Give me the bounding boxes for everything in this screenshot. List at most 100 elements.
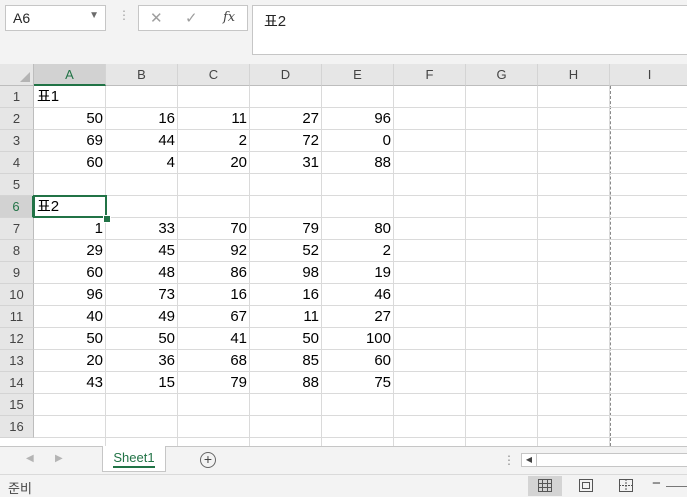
row-header-7[interactable]: 7: [0, 218, 34, 240]
cell-a1[interactable]: 표1: [34, 86, 106, 108]
cell-b4[interactable]: 4: [106, 152, 178, 174]
plus-circle-icon[interactable]: +: [200, 452, 216, 468]
cell-d11[interactable]: 11: [250, 306, 322, 328]
cell-e9[interactable]: 19: [322, 262, 394, 284]
cell-a4[interactable]: 60: [34, 152, 106, 174]
row-header-16[interactable]: 16: [0, 416, 34, 438]
cell-c7[interactable]: 70: [178, 218, 250, 240]
cell-e4[interactable]: 88: [322, 152, 394, 174]
column-header-c[interactable]: C: [178, 64, 250, 86]
cell-d7[interactable]: 79: [250, 218, 322, 240]
cell-e12[interactable]: 100: [322, 328, 394, 350]
cell-c14[interactable]: 79: [178, 372, 250, 394]
scroll-split-icon[interactable]: ⋮: [503, 453, 515, 467]
cell-b9[interactable]: 48: [106, 262, 178, 284]
row-header-12[interactable]: 12: [0, 328, 34, 350]
tab-scroll-right-icon[interactable]: ▶: [55, 453, 63, 464]
cell-c3[interactable]: 2: [178, 130, 250, 152]
row-header-11[interactable]: 11: [0, 306, 34, 328]
row-header-14[interactable]: 14: [0, 372, 34, 394]
cell-d13[interactable]: 85: [250, 350, 322, 372]
sheet-tab-sheet1[interactable]: Sheet1: [102, 446, 166, 472]
cell-a12[interactable]: 50: [34, 328, 106, 350]
row-header-9[interactable]: 9: [0, 262, 34, 284]
cell-e10[interactable]: 46: [322, 284, 394, 306]
cell-e13[interactable]: 60: [322, 350, 394, 372]
select-all-button[interactable]: [0, 64, 34, 86]
cancel-x-icon[interactable]: ✕: [150, 9, 163, 27]
normal-view-icon[interactable]: [528, 476, 562, 496]
column-header-g[interactable]: G: [466, 64, 538, 86]
cell-b13[interactable]: 36: [106, 350, 178, 372]
cell-e2[interactable]: 96: [322, 108, 394, 130]
cell-b8[interactable]: 45: [106, 240, 178, 262]
cell-e7[interactable]: 80: [322, 218, 394, 240]
column-header-a[interactable]: A: [34, 64, 106, 86]
column-header-f[interactable]: F: [394, 64, 466, 86]
cell-c2[interactable]: 11: [178, 108, 250, 130]
fill-handle[interactable]: [103, 215, 111, 223]
page-break-preview-icon[interactable]: [609, 476, 643, 496]
cell-c13[interactable]: 68: [178, 350, 250, 372]
cell-d8[interactable]: 52: [250, 240, 322, 262]
cell-d12[interactable]: 50: [250, 328, 322, 350]
page-layout-icon[interactable]: [569, 476, 603, 496]
cell-b2[interactable]: 16: [106, 108, 178, 130]
cell-b11[interactable]: 49: [106, 306, 178, 328]
cell-a3[interactable]: 69: [34, 130, 106, 152]
row-header-5[interactable]: 5: [0, 174, 34, 196]
cell-e8[interactable]: 2: [322, 240, 394, 262]
horizontal-scrollbar[interactable]: ◀: [521, 453, 687, 467]
cell-b7[interactable]: 33: [106, 218, 178, 240]
cell-a7[interactable]: 1: [34, 218, 106, 240]
cell-c11[interactable]: 67: [178, 306, 250, 328]
scroll-left-icon[interactable]: ◀: [522, 454, 537, 466]
row-header-15[interactable]: 15: [0, 394, 34, 416]
cell-c10[interactable]: 16: [178, 284, 250, 306]
cell-d4[interactable]: 31: [250, 152, 322, 174]
zoom-out-button[interactable]: −: [652, 475, 661, 492]
cell-a9[interactable]: 60: [34, 262, 106, 284]
column-header-e[interactable]: E: [322, 64, 394, 86]
cell-b10[interactable]: 73: [106, 284, 178, 306]
cell-a13[interactable]: 20: [34, 350, 106, 372]
cell-d9[interactable]: 98: [250, 262, 322, 284]
cell-b3[interactable]: 44: [106, 130, 178, 152]
row-header-3[interactable]: 3: [0, 130, 34, 152]
cell-c4[interactable]: 20: [178, 152, 250, 174]
chevron-down-icon[interactable]: ▼: [89, 10, 99, 21]
cell-a11[interactable]: 40: [34, 306, 106, 328]
cell-a8[interactable]: 29: [34, 240, 106, 262]
cell-d10[interactable]: 16: [250, 284, 322, 306]
more-options-icon[interactable]: ⋮: [118, 8, 130, 22]
cell-c12[interactable]: 41: [178, 328, 250, 350]
tab-scroll-left-icon[interactable]: ◀: [26, 453, 34, 464]
cell-c8[interactable]: 92: [178, 240, 250, 262]
name-box[interactable]: A6 ▼: [5, 5, 106, 31]
cell-a2[interactable]: 50: [34, 108, 106, 130]
zoom-slider[interactable]: [666, 486, 687, 487]
cell-c9[interactable]: 86: [178, 262, 250, 284]
row-header-10[interactable]: 10: [0, 284, 34, 306]
column-header-h[interactable]: H: [538, 64, 610, 86]
column-header-b[interactable]: B: [106, 64, 178, 86]
row-header-8[interactable]: 8: [0, 240, 34, 262]
row-header-4[interactable]: 4: [0, 152, 34, 174]
cell-e11[interactable]: 27: [322, 306, 394, 328]
cell-d14[interactable]: 88: [250, 372, 322, 394]
column-header-i[interactable]: I: [610, 64, 687, 86]
cell-d3[interactable]: 72: [250, 130, 322, 152]
cell-d2[interactable]: 27: [250, 108, 322, 130]
checkmark-icon[interactable]: ✓: [185, 9, 198, 27]
cell-e14[interactable]: 75: [322, 372, 394, 394]
row-header-2[interactable]: 2: [0, 108, 34, 130]
formula-input[interactable]: 표2: [252, 5, 687, 55]
cell-e3[interactable]: 0: [322, 130, 394, 152]
insert-function-button[interactable]: fx: [223, 10, 235, 25]
cell-a14[interactable]: 43: [34, 372, 106, 394]
row-header-1[interactable]: 1: [0, 86, 34, 108]
row-header-13[interactable]: 13: [0, 350, 34, 372]
row-header-6[interactable]: 6: [0, 196, 34, 218]
column-header-d[interactable]: D: [250, 64, 322, 86]
cell-a10[interactable]: 96: [34, 284, 106, 306]
